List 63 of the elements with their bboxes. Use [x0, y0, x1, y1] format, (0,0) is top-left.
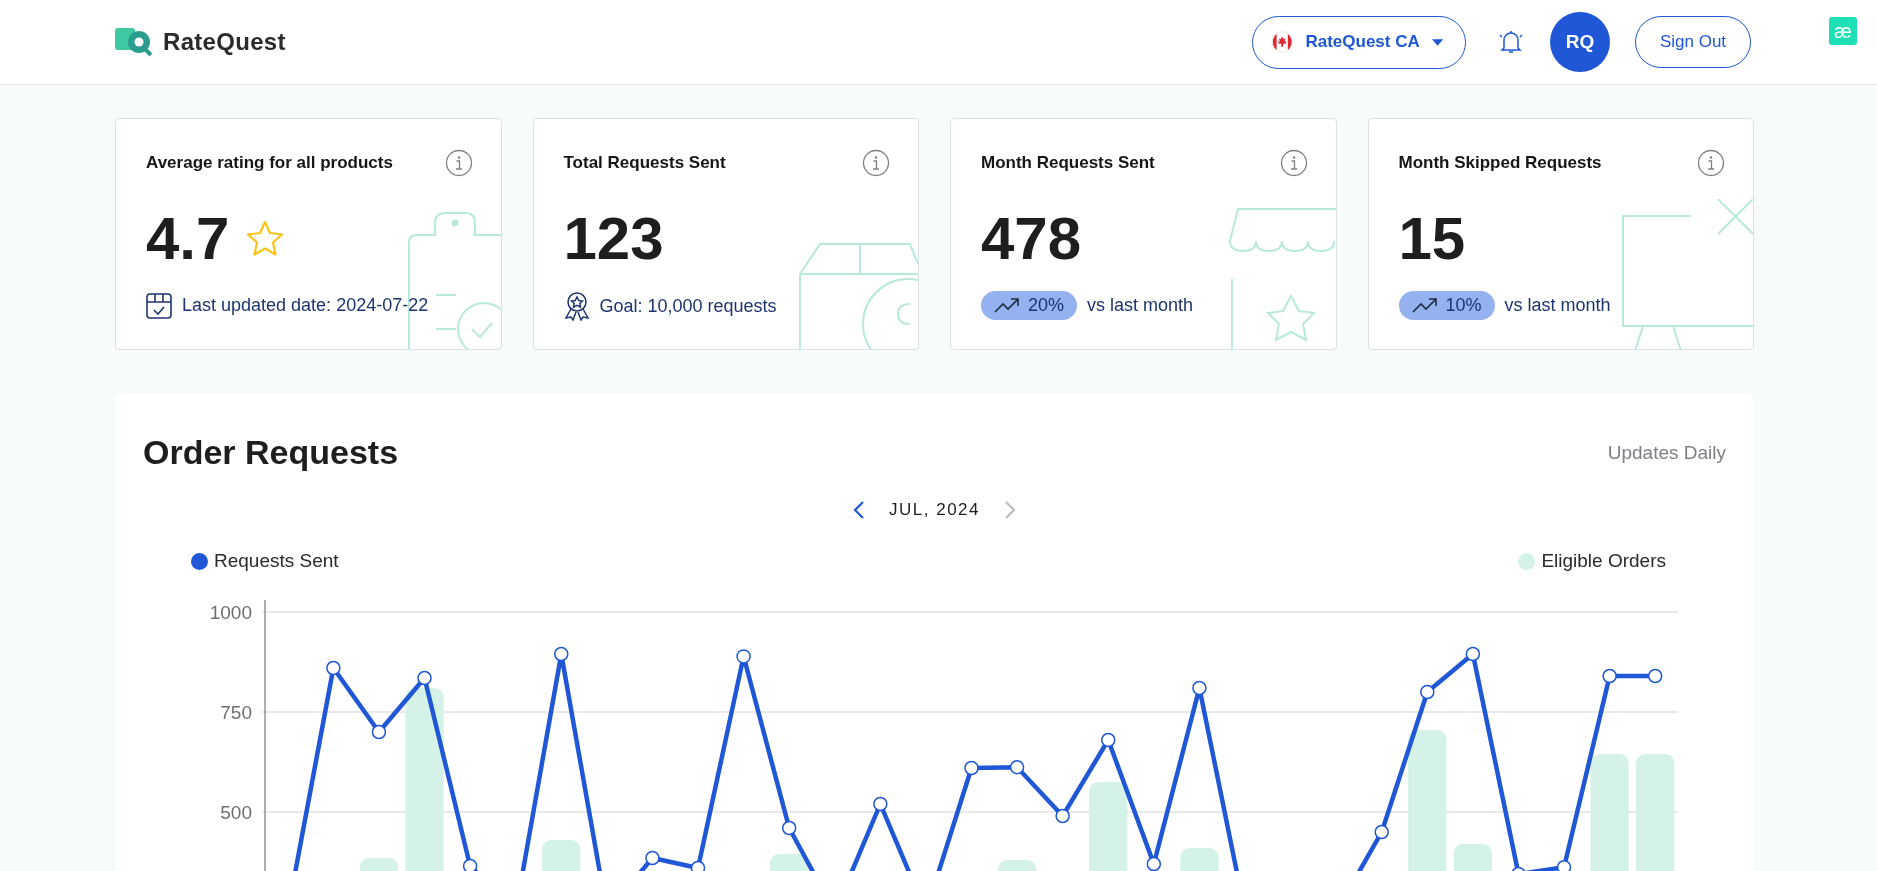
data-point	[1009, 759, 1025, 775]
star-icon	[245, 219, 286, 259]
stat-title: Average rating for all products	[146, 153, 393, 173]
data-point	[554, 646, 569, 662]
stat-detail: Goal: 10,000 requests	[599, 295, 777, 317]
data-point	[1647, 668, 1663, 684]
stat-detail: Last updated date: 2024-07-22	[182, 294, 429, 316]
change-badge: 20%	[981, 291, 1078, 320]
axis-tick-label: 750	[220, 702, 252, 723]
data-point	[326, 660, 341, 676]
legend-label: Eligible Orders	[1541, 550, 1666, 572]
eligible-orders-bar	[770, 854, 809, 871]
data-point	[1420, 684, 1435, 700]
eligible-orders-bar	[997, 860, 1037, 871]
data-point	[781, 820, 797, 836]
data-point	[1055, 808, 1070, 824]
stat-value: 123	[563, 204, 664, 274]
logo-icon	[115, 26, 153, 58]
panel-title: Order Requests	[143, 433, 399, 472]
data-point	[1465, 646, 1481, 662]
data-point	[873, 796, 888, 812]
data-point	[964, 760, 979, 776]
notification-bell-icon[interactable]	[1498, 29, 1524, 55]
stat-value: 15	[1398, 204, 1466, 274]
stat-detail: vs last month	[1087, 295, 1194, 316]
data-point	[1192, 680, 1207, 696]
update-note: Updates Daily	[1607, 441, 1726, 464]
info-icon[interactable]	[862, 149, 890, 177]
eligible-orders-bar	[542, 840, 581, 871]
brand-name: RateQuest	[163, 28, 286, 56]
store-selector[interactable]: RateQuest CA	[1252, 15, 1466, 69]
eligible-orders-bar	[1453, 844, 1493, 871]
data-point	[736, 649, 751, 664]
eligible-orders-bar	[1180, 848, 1219, 871]
axis-tick-label: 1000	[209, 602, 252, 623]
sign-out-button[interactable]: Sign Out	[1635, 16, 1751, 68]
info-icon[interactable]	[1279, 149, 1308, 177]
award-ribbon-icon	[563, 291, 590, 321]
change-badge: 10%	[1398, 291, 1495, 320]
trend-up-icon	[1411, 297, 1438, 314]
flag-icon	[1271, 30, 1294, 54]
info-icon[interactable]	[1697, 149, 1725, 177]
caret-icon	[1431, 38, 1443, 46]
user-avatar[interactable]: RQ	[1550, 12, 1610, 72]
stat-detail: vs last month	[1504, 295, 1611, 316]
data-point	[1374, 824, 1389, 840]
trend-up-icon	[994, 297, 1020, 314]
stat-value: 4.7	[146, 204, 230, 274]
stat-value: 478	[981, 204, 1082, 274]
stat-title: Month Requests Sent	[981, 153, 1155, 173]
stat-title: Total Requests Sent	[563, 153, 726, 173]
axis-tick-label: 500	[220, 802, 252, 823]
data-point	[645, 850, 660, 866]
eligible-orders-bar	[359, 858, 399, 871]
info-icon[interactable]	[444, 149, 473, 177]
stat-title: Month Skipped Requests	[1398, 153, 1602, 173]
legend-label: Requests Sent	[214, 550, 339, 572]
period-label: JUL, 2024	[889, 500, 980, 520]
calendar-check-icon	[146, 291, 172, 319]
data-point	[417, 670, 432, 686]
data-point	[1101, 732, 1116, 748]
data-point	[1602, 668, 1617, 684]
data-point	[371, 724, 387, 740]
